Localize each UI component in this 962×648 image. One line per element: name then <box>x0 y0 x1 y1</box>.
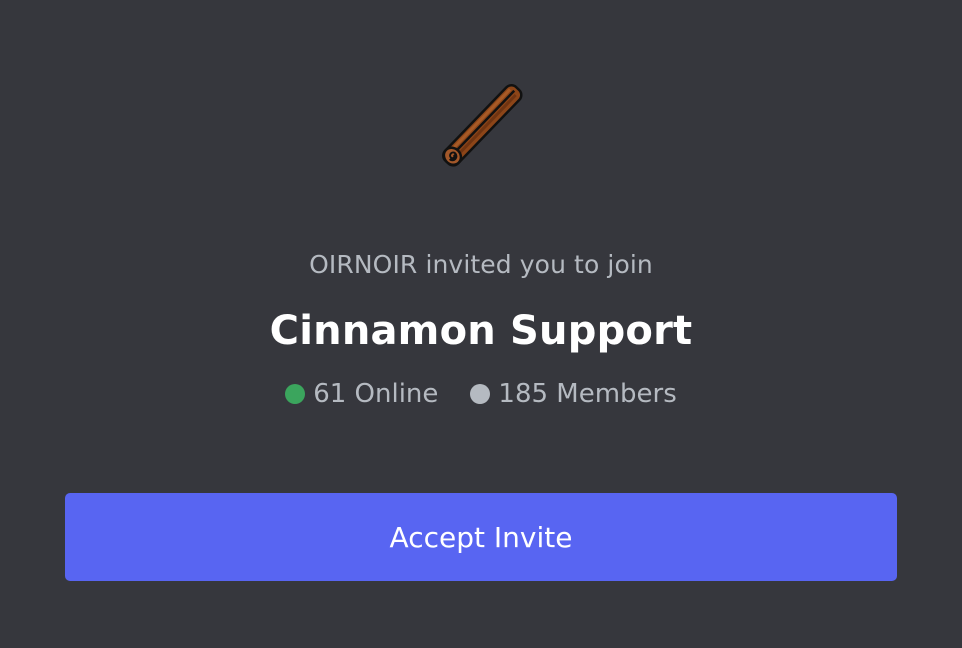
accept-invite-button[interactable]: Accept Invite <box>65 493 897 581</box>
inviter-text: OIRNOIR invited you to join <box>309 250 653 279</box>
server-name: Cinnamon Support <box>269 308 693 354</box>
online-dot-icon <box>285 384 306 404</box>
online-count: 61 Online <box>285 376 438 412</box>
members-dot-icon <box>470 384 491 404</box>
invite-card: OIRNOIR invited you to join Cinnamon Sup… <box>0 0 962 648</box>
accept-invite-label: Accept Invite <box>389 520 573 554</box>
member-count: 185 Members <box>470 376 677 412</box>
member-count-label: 185 Members <box>498 379 677 409</box>
online-count-label: 61 Online <box>313 379 439 409</box>
cinnamon-stick-icon <box>430 74 536 178</box>
server-stats: 61 Online 185 Members <box>0 376 962 412</box>
